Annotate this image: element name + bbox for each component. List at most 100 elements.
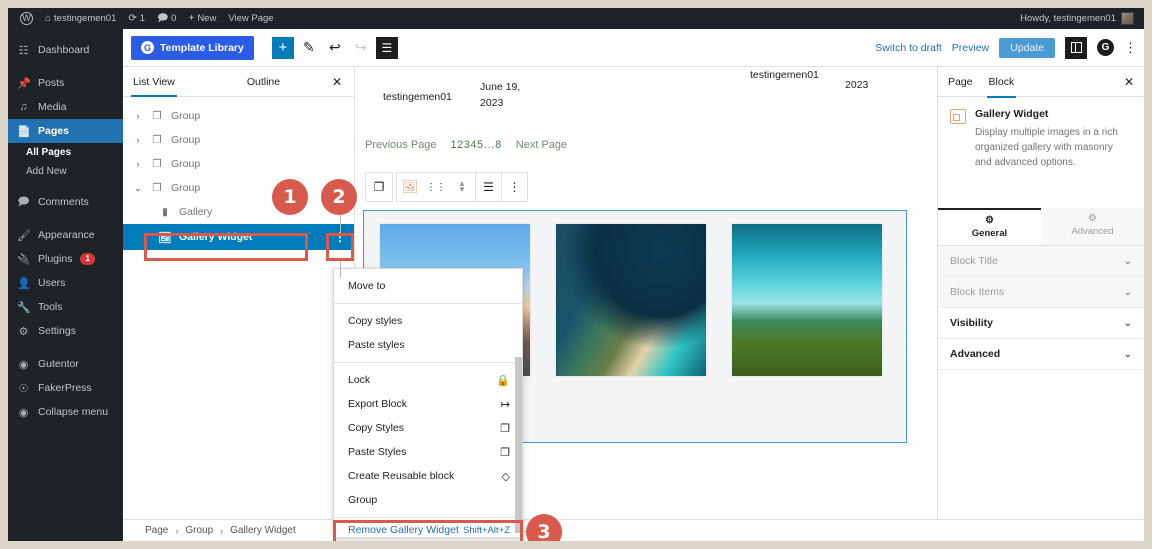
accordion-block-items[interactable]: Block Items ⌄: [938, 277, 1144, 308]
menu-item-copy-styles[interactable]: Copy styles: [334, 309, 522, 333]
block-description: Display multiple images in a rich organi…: [975, 127, 1118, 168]
sidebar-item-appearance[interactable]: 🖌 Appearance: [8, 223, 123, 247]
block-toolbar: ❐ 🖼 ⋮⋮ ▴ ▾ ☰ ⋮: [365, 172, 528, 202]
sidebar-item-label: Collapse menu: [38, 406, 109, 418]
gallery-image-2[interactable]: [556, 224, 706, 376]
settings-panel-toggle-button[interactable]: [1065, 36, 1087, 59]
previous-page-link[interactable]: Previous Page: [365, 139, 437, 151]
block-options-button[interactable]: ⋮: [501, 173, 527, 201]
chevron-right-icon[interactable]: ›: [133, 159, 143, 169]
sidebar-item-pages[interactable]: 📄 Pages: [8, 119, 123, 143]
site-name-menu[interactable]: ⌂ testingemen01: [39, 8, 122, 29]
accordion-visibility[interactable]: Visibility ⌄: [938, 308, 1144, 339]
tab-label: Outline: [246, 75, 281, 88]
close-settings-button[interactable]: ✕: [1124, 75, 1134, 89]
menu-item-move-to[interactable]: Move to: [334, 274, 522, 298]
update-button[interactable]: Update: [999, 37, 1055, 58]
accordion-advanced[interactable]: Advanced ⌄: [938, 339, 1144, 370]
template-library-button[interactable]: G Template Library: [131, 35, 254, 60]
sidebar-item-comments[interactable]: 🗩 Comments: [8, 190, 123, 214]
wp-logo-menu[interactable]: W: [14, 8, 39, 29]
gallery-image-3[interactable]: [732, 224, 882, 376]
select-parent-block-button[interactable]: ❐: [366, 173, 392, 201]
account-menu[interactable]: Howdy, testingemen01: [1020, 12, 1138, 25]
updates-menu[interactable]: ⟳ 1: [122, 8, 151, 29]
sidebar-item-plugins[interactable]: 🔌 Plugins 1: [8, 247, 123, 271]
list-view-button[interactable]: ☰: [375, 36, 398, 59]
chevron-down-icon: ⌄: [1123, 286, 1132, 298]
sidebar-item-media[interactable]: ♫ Media: [8, 95, 123, 119]
menu-item-create-reusable-block[interactable]: Create Reusable block ◇: [334, 464, 522, 488]
menu-item-paste-styles-2[interactable]: Paste Styles ❐: [334, 440, 522, 464]
gutentor-options-button[interactable]: G: [1097, 39, 1114, 56]
move-up-down-icon: ▴ ▾: [459, 178, 465, 194]
sidebar-item-tools[interactable]: 🔧 Tools: [8, 295, 123, 319]
list-item-gallery[interactable]: ▮ Gallery: [123, 200, 354, 224]
page-numbers[interactable]: 12345…8: [451, 139, 502, 151]
block-mover[interactable]: ▴ ▾: [449, 173, 475, 201]
menu-item-lock[interactable]: Lock 🔒: [334, 368, 522, 392]
switch-to-draft-button[interactable]: Switch to draft: [875, 42, 942, 54]
add-block-button[interactable]: +: [271, 36, 294, 59]
drag-handle[interactable]: ⋮⋮: [423, 173, 449, 201]
list-item-group-4[interactable]: ⌄ ❐ Group: [123, 176, 354, 200]
subtab-advanced[interactable]: ⚙ Advanced: [1041, 208, 1144, 245]
undo-button[interactable]: ↩: [324, 37, 346, 59]
breadcrumb-item-group[interactable]: Group: [185, 525, 213, 536]
tab-outline[interactable]: Outline: [237, 67, 290, 96]
sidebar-item-posts[interactable]: 📌 Posts: [8, 71, 123, 95]
settings-subtabs: ⚙ General ⚙ Advanced: [938, 208, 1144, 246]
drag-handle-icon: ⋮⋮: [426, 181, 446, 193]
close-list-view-button[interactable]: ✕: [320, 67, 354, 96]
date-label-left: June 19, 2023: [480, 81, 521, 110]
list-item-group-3[interactable]: › ❐ Group: [123, 152, 354, 176]
sidebar-item-label: FakerPress: [38, 382, 92, 394]
menu-item-group[interactable]: Group: [334, 488, 522, 512]
sidebar-subitem-add-new[interactable]: Add New: [8, 162, 123, 181]
sidebar-item-settings[interactable]: ⚙ Settings: [8, 319, 123, 343]
editor-options-button[interactable]: ⋮: [1124, 40, 1137, 56]
chevron-right-icon[interactable]: ›: [133, 135, 143, 145]
chevron-down-icon[interactable]: ⌄: [133, 183, 143, 194]
new-content-menu[interactable]: + New: [182, 8, 222, 29]
subtab-general[interactable]: ⚙ General: [938, 208, 1041, 245]
general-accordions: Block Title ⌄ Block Items ⌄: [938, 246, 1144, 308]
align-button[interactable]: ☰: [475, 173, 501, 201]
next-page-link[interactable]: Next Page: [516, 139, 567, 151]
sidebar-item-users[interactable]: 👤 Users: [8, 271, 123, 295]
sidebar-item-fakerpress[interactable]: ☉ FakerPress: [8, 376, 123, 400]
sidebar-item-collapse-menu[interactable]: ◉ Collapse menu: [8, 400, 123, 424]
tab-list-view[interactable]: List View: [123, 67, 185, 97]
dashboard-icon: ☷: [18, 44, 29, 57]
sidebar-subitem-all-pages[interactable]: All Pages: [8, 143, 123, 162]
wordpress-logo-icon: W: [20, 12, 33, 25]
breadcrumb-item-page[interactable]: Page: [145, 525, 168, 536]
edit-tool-button[interactable]: ✎: [298, 37, 320, 59]
tab-block[interactable]: Block: [986, 67, 1016, 98]
menu-item-export-block[interactable]: Export Block ↦: [334, 392, 522, 416]
context-menu-scrollbar[interactable]: [515, 357, 522, 533]
comments-menu[interactable]: 🗩 0: [151, 8, 182, 29]
breadcrumb-item-gallery-widget[interactable]: Gallery Widget: [230, 525, 296, 536]
menu-item-label: Paste styles: [348, 339, 405, 351]
sidebar-item-dashboard[interactable]: ☷ Dashboard: [8, 38, 123, 62]
gutentor-icon: G: [141, 41, 154, 54]
list-item-group-1[interactable]: › ❐ Group: [123, 104, 354, 128]
collapse-icon: ◉: [18, 406, 29, 419]
preview-button[interactable]: Preview: [952, 42, 989, 54]
redo-button[interactable]: ↪: [350, 37, 372, 59]
menu-item-paste-styles[interactable]: Paste styles: [334, 333, 522, 357]
reusable-block-icon: ◇: [501, 470, 510, 483]
sidebar-item-gutentor[interactable]: ◉ Gutentor: [8, 352, 123, 376]
subtab-label: Advanced: [1071, 226, 1114, 237]
accordion-label: Advanced: [950, 348, 1001, 360]
menu-item-copy-styles-2[interactable]: Copy Styles ❐: [334, 416, 522, 440]
chevron-right-icon[interactable]: ›: [133, 111, 143, 121]
block-type-button[interactable]: 🖼: [397, 173, 423, 201]
tab-page[interactable]: Page: [948, 67, 973, 97]
accordion-block-title[interactable]: Block Title ⌄: [938, 246, 1144, 277]
view-page-link[interactable]: View Page: [222, 8, 279, 29]
list-item-group-2[interactable]: › ❐ Group: [123, 128, 354, 152]
gallery-block-icon: ▮: [162, 206, 168, 218]
